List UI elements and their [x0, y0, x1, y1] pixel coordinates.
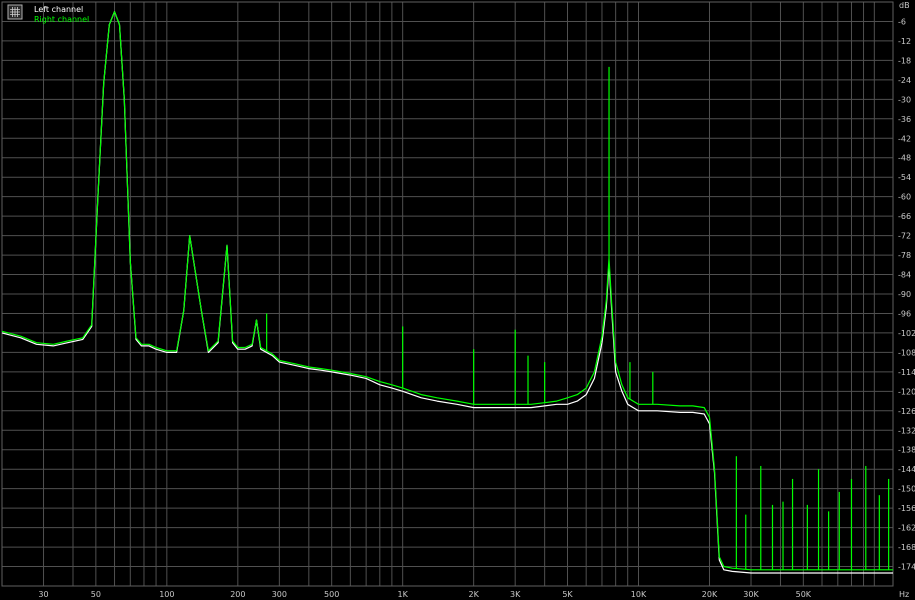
legend-left-channel: Left channel: [34, 5, 83, 14]
y-unit-label: dB: [899, 1, 910, 10]
y-tick-label: -18: [898, 56, 911, 65]
y-tick-label: -78: [898, 251, 911, 260]
y-tick-label: -114: [898, 368, 915, 377]
x-tick-label: 50: [91, 590, 101, 599]
y-tick-label: -6: [898, 17, 906, 26]
x-tick-label: 1K: [397, 590, 408, 599]
spectrum-plot: -6 -12 -18 -24 -30 -36 -42 -48 -54 -60 -66 -72 -78 -8…: [0, 0, 915, 600]
y-tick-label: -162: [898, 524, 915, 533]
y-tick-label: -150: [898, 485, 915, 494]
y-tick-label: -42: [898, 134, 911, 143]
y-tick-label: -72: [898, 232, 911, 241]
y-tick-label: -120: [898, 387, 915, 396]
y-tick-label: -84: [898, 271, 911, 280]
y-tick-label: -60: [898, 193, 911, 202]
y-tick-label: -144: [898, 465, 915, 474]
y-tick-label: -66: [898, 212, 911, 221]
x-unit-label: Hz: [899, 590, 909, 599]
y-tick-label: -126: [898, 407, 915, 416]
y-tick-label: -54: [898, 173, 911, 182]
y-tick-label: -30: [898, 95, 911, 104]
x-tick-label: 300: [272, 590, 287, 599]
y-tick-label: -156: [898, 504, 915, 513]
y-tick-label: -24: [898, 76, 911, 85]
x-tick-label: 20K: [702, 590, 718, 599]
x-tick-label: 500: [324, 590, 339, 599]
y-tick-label: -12: [898, 37, 911, 46]
y-tick-label: -138: [898, 446, 915, 455]
legend-right-channel: Right channel: [34, 15, 89, 24]
y-tick-label: -132: [898, 426, 915, 435]
y-tick-label: -174: [898, 563, 915, 572]
x-tick-label: 50K: [796, 590, 812, 599]
x-tick-label: 30: [38, 590, 48, 599]
y-tick-label: -96: [898, 309, 911, 318]
y-tick-label: -168: [898, 543, 915, 552]
y-tick-label: -102: [898, 329, 915, 338]
x-tick-label: 100: [159, 590, 174, 599]
x-tick-label: 10K: [631, 590, 647, 599]
x-tick-label: 2K: [468, 590, 479, 599]
x-tick-label: 5K: [562, 590, 573, 599]
plot-background: [0, 0, 915, 600]
y-tick-label: -48: [898, 154, 911, 163]
y-tick-label: -36: [898, 115, 911, 124]
y-tick-label: -108: [898, 348, 915, 357]
x-tick-label: 3K: [510, 590, 521, 599]
x-tick-label: 200: [230, 590, 245, 599]
x-tick-label: 30K: [743, 590, 759, 599]
y-tick-label: -90: [898, 290, 911, 299]
